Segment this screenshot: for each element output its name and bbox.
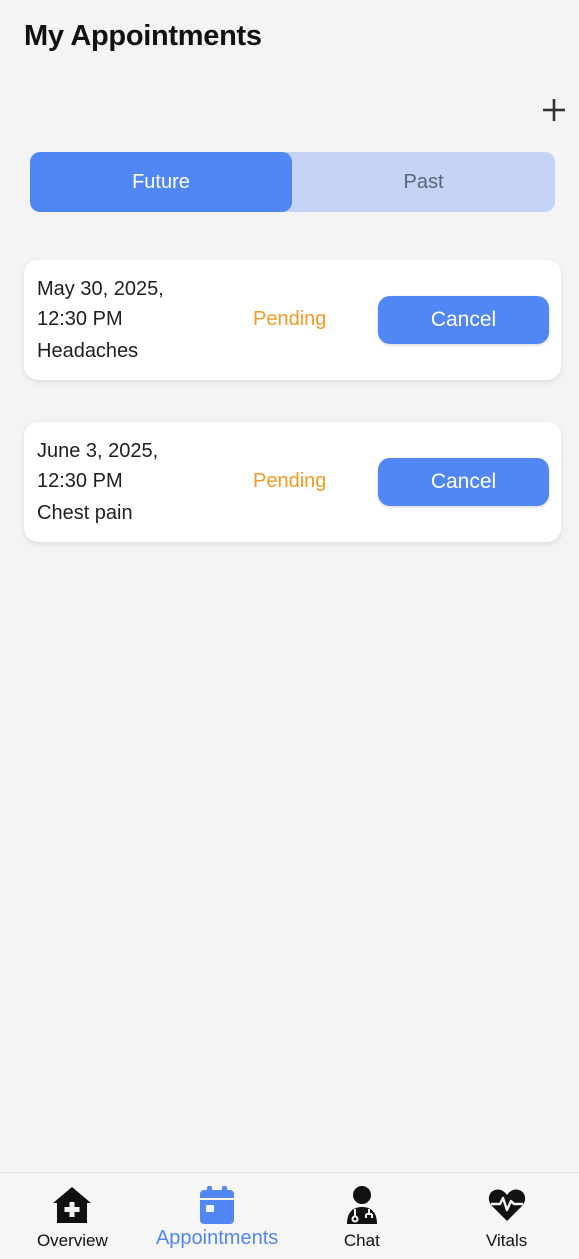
- appointment-time: 12:30 PM: [37, 470, 123, 492]
- nav-vitals-label: Vitals: [485, 1231, 528, 1250]
- appointment-reason: Chest pain: [37, 502, 133, 524]
- page-title: My Appointments: [24, 20, 262, 52]
- home-medical-icon: [52, 1185, 92, 1225]
- doctor-icon: [342, 1185, 382, 1225]
- heartbeat-icon: [487, 1185, 527, 1225]
- appointment-tabs: Future Past: [30, 152, 555, 212]
- cancel-button[interactable]: Cancel: [378, 458, 549, 506]
- appointment-card: May 30, 2025, 12:30 PM Headaches Pending…: [24, 260, 561, 380]
- bottom-navigation: Overview Appointments Chat Vitals: [0, 1172, 579, 1259]
- appointment-card: June 3, 2025, 12:30 PM Chest pain Pendin…: [24, 422, 561, 542]
- add-appointment-button[interactable]: [536, 92, 572, 128]
- cancel-button[interactable]: Cancel: [378, 296, 549, 344]
- nav-appointments[interactable]: Appointments: [145, 1173, 290, 1259]
- appointments-screen: My Appointments Future Past May 30, 2025…: [0, 0, 579, 1259]
- appointment-date: June 3, 2025,: [37, 440, 159, 462]
- nav-overview[interactable]: Overview: [0, 1173, 145, 1259]
- status-badge: Pending: [253, 470, 327, 492]
- tab-past-label: Past: [403, 170, 444, 193]
- tab-past[interactable]: Past: [292, 152, 555, 212]
- appointment-datetime: June 3, 2025, 12:30 PM: [37, 436, 217, 496]
- calendar-icon: [197, 1185, 237, 1225]
- status-badge: Pending: [253, 308, 327, 330]
- nav-vitals[interactable]: Vitals: [434, 1173, 579, 1259]
- nav-chat[interactable]: Chat: [290, 1173, 435, 1259]
- nav-overview-label: Overview: [36, 1231, 108, 1250]
- nav-chat-label: Chat: [343, 1231, 380, 1250]
- appointment-date: May 30, 2025,: [37, 278, 164, 300]
- tab-future[interactable]: Future: [30, 152, 292, 212]
- tab-future-label: Future: [132, 170, 190, 193]
- appointment-datetime: May 30, 2025, 12:30 PM: [37, 274, 217, 334]
- nav-appointments-label: Appointments: [155, 1227, 279, 1249]
- appointment-time: 12:30 PM: [37, 308, 123, 330]
- plus-icon: [543, 99, 565, 121]
- appointment-reason: Headaches: [37, 340, 139, 362]
